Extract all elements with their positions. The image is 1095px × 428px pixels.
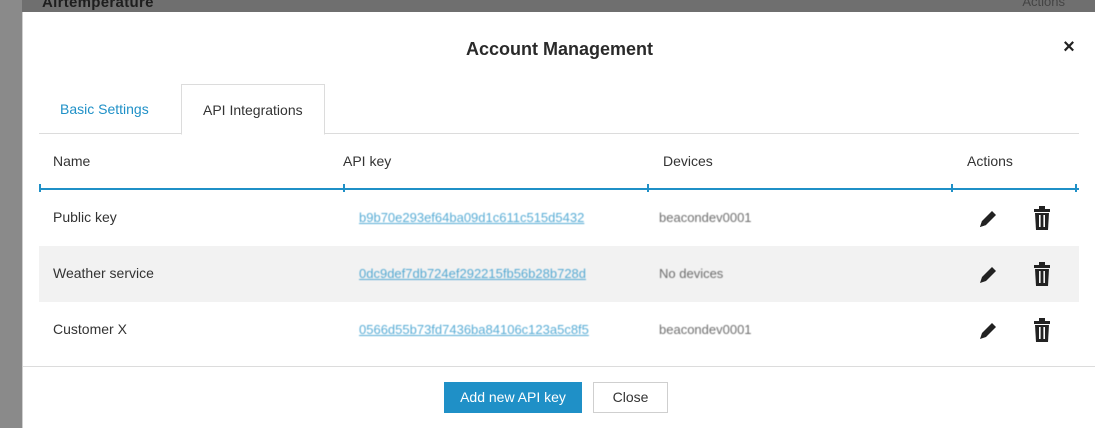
pencil-icon[interactable] [977,264,999,286]
close-icon[interactable]: × [1058,36,1080,58]
trash-icon[interactable] [1033,262,1051,286]
pencil-icon[interactable] [977,208,999,230]
api-keys-table: Name API key Devices Actions Public key … [39,134,1079,358]
modal-title: Account Management [465,39,654,59]
row-api-key-link[interactable]: b9b70e293ef64ba09d1c611c515d5432 [359,210,584,225]
pencil-icon[interactable] [977,320,999,342]
row-api-key-link[interactable]: 0566d55b73fd7436ba84106c123a5c8f5 [359,322,589,337]
account-management-modal: Account Management × Basic Settings API … [22,12,1095,428]
row-name: Weather service [53,265,154,281]
row-devices: beacondev0001 [659,210,752,225]
row-devices: No devices [659,266,724,281]
column-header-name: Name [53,153,91,169]
backdrop-actions-label: Actions [1022,0,1065,9]
close-button[interactable]: Close [593,382,668,413]
add-api-key-button[interactable]: Add new API key [444,382,582,413]
table-row: Public key b9b70e293ef64ba09d1c611c515d5… [39,190,1079,246]
row-api-key-link[interactable]: 0dc9def7db724ef292215fb56b28b728d [359,266,586,281]
backdrop-header: Airtemperature Actions [0,0,1095,12]
column-header-devices: Devices [663,153,713,169]
backdrop-title: Airtemperature [42,0,154,11]
tab-api-integrations[interactable]: API Integrations [181,84,325,135]
column-header-actions: Actions [967,153,1013,169]
row-name: Customer X [53,321,127,337]
trash-icon[interactable] [1033,206,1051,230]
trash-icon[interactable] [1033,318,1051,342]
table-row: Weather service 0dc9def7db724ef292215fb5… [39,246,1079,302]
row-devices: beacondev0001 [659,322,752,337]
modal-header: Account Management × [23,12,1095,84]
tab-basic-settings[interactable]: Basic Settings [39,84,170,134]
tab-bar: Basic Settings API Integrations [39,84,1079,135]
table-row: Customer X 0566d55b73fd7436ba84106c123a5… [39,302,1079,358]
table-header: Name API key Devices Actions [39,134,1079,192]
modal-footer: Add new API key Close [23,366,1095,428]
row-name: Public key [53,209,117,225]
column-header-api-key: API key [343,153,392,169]
backdrop-left-edge [0,0,22,428]
